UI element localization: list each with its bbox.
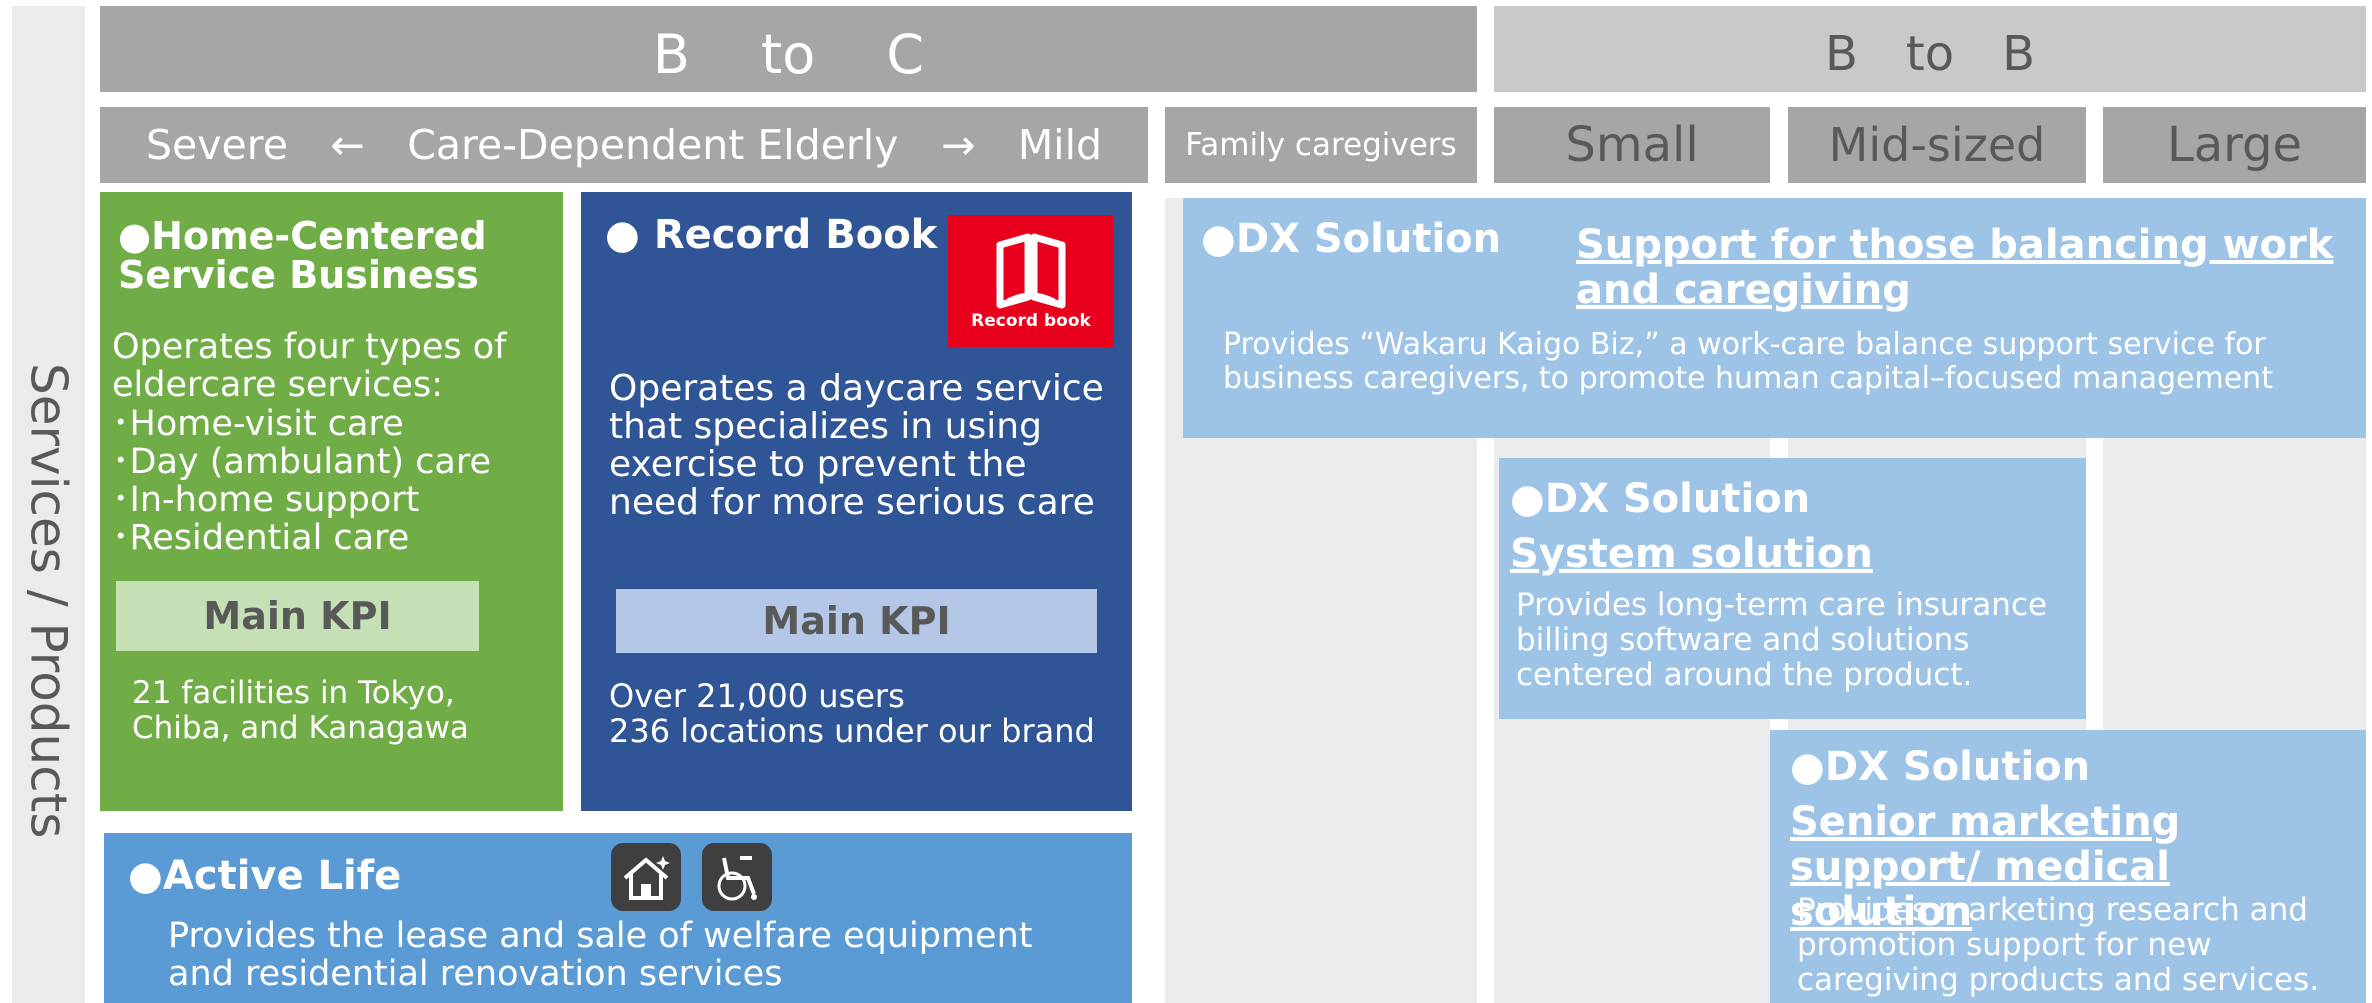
dx-system-body: Provides long-term care insurance billin… xyxy=(1516,587,2048,693)
dx-system-title: ●DX Solution xyxy=(1510,476,1811,522)
large-header: Large xyxy=(2103,107,2366,183)
service-item: ･In-home support xyxy=(112,480,420,520)
dx-worklife-link[interactable]: Support for those balancing work and car… xyxy=(1576,223,2336,313)
btoc-header-label: B to C xyxy=(652,22,925,86)
record-book-body: Operates a daycare service that speciali… xyxy=(609,368,1104,523)
small-label: Small xyxy=(1565,117,1699,173)
record-book-kpi-line2: 236 locations under our brand xyxy=(609,712,1095,750)
home-centered-kpi-label: Main KPI xyxy=(203,594,392,638)
service-item: ･Residential care xyxy=(112,518,410,558)
dx-senior-body: Provides marketing research and promotio… xyxy=(1797,892,2320,998)
small-header: Small xyxy=(1494,107,1770,183)
btob-header-label: B to B xyxy=(1824,26,2036,82)
home-centered-intro: Operates four types of eldercare service… xyxy=(112,327,507,405)
mid-sized-header: Mid-sized xyxy=(1788,107,2086,183)
btoc-header: B to C xyxy=(100,6,1477,92)
house-icon xyxy=(611,843,681,911)
dx-worklife-card: ●DX Solution Support for those balancing… xyxy=(1183,198,2366,438)
services-products-label: Services / Products xyxy=(12,198,85,1003)
record-book-title: ● Record Book xyxy=(605,212,938,258)
dx-worklife-title: ●DX Solution xyxy=(1201,216,1502,262)
care-dependent-label: Care-Dependent Elderly xyxy=(407,121,899,169)
severe-label: Severe xyxy=(146,121,288,169)
wheelchair-glyph xyxy=(717,856,757,901)
active-life-title: ●Active Life xyxy=(128,853,402,899)
home-centered-card: ●Home-Centered Service Business Operates… xyxy=(100,192,563,811)
dx-senior-card: ●DX Solution Senior marketing support/ m… xyxy=(1770,730,2366,1003)
wheelchair-icon xyxy=(702,843,772,911)
dx-system-link[interactable]: System solution xyxy=(1510,532,1873,577)
home-centered-list: ･Home-visit care ･Day (ambulant) care ･I… xyxy=(112,405,557,557)
record-book-kpi-box: Main KPI xyxy=(616,589,1097,653)
family-caregivers-header: Family caregivers xyxy=(1165,107,1477,183)
record-book-logo-text: Record book xyxy=(971,311,1091,331)
arrow-right-icon: → xyxy=(940,121,976,169)
record-book-kpi-label: Main KPI xyxy=(762,599,951,643)
family-caregivers-label: Family caregivers xyxy=(1185,127,1457,163)
arrow-left-icon: ← xyxy=(330,121,365,169)
large-label: Large xyxy=(2166,117,2303,173)
house-glyph xyxy=(623,856,670,900)
mid-sized-label: Mid-sized xyxy=(1828,118,2046,172)
service-item: ･Home-visit care xyxy=(112,404,404,444)
open-book-icon xyxy=(996,233,1066,309)
record-book-card: ● Record Book Record book Operates a day… xyxy=(581,192,1132,811)
service-item: ･Day (ambulant) care xyxy=(112,442,492,482)
services-products-text: Services / Products xyxy=(19,362,78,839)
dx-senior-title: ●DX Solution xyxy=(1790,744,2091,790)
record-book-logo: Record book xyxy=(948,215,1114,347)
dx-system-card: ●DX Solution System solution Provides lo… xyxy=(1499,458,2086,719)
btob-header: B to B xyxy=(1494,6,2366,92)
active-life-body: Provides the lease and sale of welfare e… xyxy=(168,916,1033,994)
home-centered-title: ●Home-Centered Service Business xyxy=(118,214,487,297)
home-centered-kpi-value: 21 facilities in Tokyo, Chiba, and Kanag… xyxy=(132,675,469,746)
dx-worklife-body: Provides “Wakaru Kaigo Biz,” a work-care… xyxy=(1223,327,2273,396)
record-book-kpi-line1: Over 21,000 users xyxy=(609,677,905,715)
home-centered-kpi-box: Main KPI xyxy=(116,581,479,651)
care-level-header: Severe ← Care-Dependent Elderly → Mild xyxy=(100,107,1148,183)
active-life-card: ●Active Life Provides the lease and sale… xyxy=(104,833,1132,1003)
mild-label: Mild xyxy=(1017,121,1102,169)
